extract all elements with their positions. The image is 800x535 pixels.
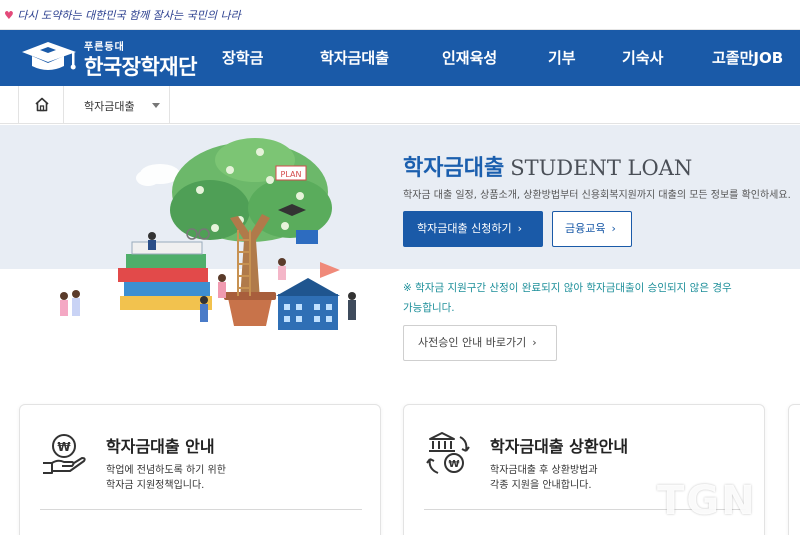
money-tree-illustration: PLAN: [60, 138, 356, 330]
apply-loan-button-label: 학자금대출 신청하기: [417, 222, 512, 235]
pre-approval-button[interactable]: 사전승인 안내 바로가기 ›: [403, 325, 557, 361]
site-logo[interactable]: 푸른등대 한국장학재단: [18, 34, 208, 82]
nav-item-high-school-job[interactable]: 고졸만JOB: [712, 30, 800, 86]
financial-education-button-label: 금융교육: [565, 222, 606, 235]
graduation-cap-icon: [22, 42, 76, 70]
page: ♥ 다시 도약하는 대한민국 함께 잘사는 국민의 나라 푸른등대 한국장학재단…: [0, 0, 800, 535]
card-description-line: 각종 지원을 안내합니다.: [490, 480, 592, 491]
card-partial[interactable]: [788, 404, 800, 535]
heart-icon: ♥: [4, 9, 14, 22]
hand-won-coin-icon: ₩: [43, 434, 86, 474]
financial-education-button[interactable]: 금융교육 ›: [552, 211, 632, 247]
chevron-right-icon: ›: [532, 336, 537, 349]
card-title: 학자금대출 상환안내: [490, 437, 629, 456]
breadcrumb-current: 학자금대출: [84, 100, 135, 113]
hero-title-en: STUDENT LOAN: [510, 156, 693, 180]
card-description-line: 학자금대출 후 상환방법과: [490, 465, 598, 476]
chevron-down-icon: [152, 103, 160, 108]
slogan-bar: ♥ 다시 도약하는 대한민국 함께 잘사는 국민의 나라: [0, 0, 800, 30]
breadcrumb-home[interactable]: [18, 86, 64, 124]
card-loan-guide[interactable]: ₩ 학자금대출 안내 학업에 전념하도록 하기 위한 학자금 지원정책입니다.: [19, 404, 381, 535]
bank-won-cycle-icon: ₩: [426, 432, 470, 474]
slogan-text: 다시 도약하는 대한민국 함께 잘사는 국민의 나라: [17, 9, 241, 22]
hero-description: 학자금 대출 일정, 상품소개, 상환방법부터 신용회복지원까지 대출의 모든 …: [403, 190, 791, 201]
card-divider: [40, 509, 362, 510]
hero-title: 학자금대출 STUDENT LOAN: [403, 150, 692, 182]
svg-text:₩: ₩: [448, 459, 459, 470]
logo-name: 한국장학재단: [84, 55, 197, 79]
card-description-line: 학업에 전념하도록 하기 위한: [106, 465, 226, 476]
plan-sign-label: PLAN: [281, 170, 302, 179]
tree-crown: [170, 138, 332, 242]
breadcrumb-select[interactable]: 학자금대출: [64, 86, 170, 124]
notice-line-1: ※ 학자금 지원구간 산정이 완료되지 않아 학자금대출이 승인되지 않은 경우: [403, 282, 732, 294]
watermark-logo: TGN: [657, 478, 757, 524]
card-description-line: 학자금 지원정책입니다.: [106, 480, 205, 491]
notice-line-2: 가능합니다.: [403, 302, 455, 314]
slogan: ♥ 다시 도약하는 대한민국 함께 잘사는 국민의 나라: [4, 7, 241, 23]
nav-item-donation[interactable]: 기부: [548, 30, 622, 86]
nav-item-dormitory[interactable]: 기숙사: [622, 30, 712, 86]
notice-text: ※ 학자금 지원구간 산정이 완료되지 않아 학자금대출이 승인되지 않은 경우…: [403, 278, 800, 318]
school-building-icon: [276, 278, 340, 330]
card-title: 학자금대출 안내: [106, 437, 215, 456]
main-nav: 장학금 학자금대출 인재육성 기부 기숙사 고졸만JOB: [222, 30, 800, 86]
svg-text:₩: ₩: [57, 440, 71, 454]
site-header: 푸른등대 한국장학재단 장학금 학자금대출 인재육성 기부 기숙사 고졸만JOB: [0, 30, 800, 86]
card-description: 학자금대출 후 상환방법과 각종 지원을 안내합니다.: [490, 463, 598, 493]
nav-item-scholarship[interactable]: 장학금: [222, 30, 320, 86]
home-icon: [35, 97, 49, 112]
chevron-right-icon: ›: [517, 222, 522, 235]
books-icon: [118, 241, 212, 310]
pre-approval-button-label: 사전승인 안내 바로가기: [418, 336, 527, 349]
breadcrumb: 학자금대출: [0, 86, 800, 124]
nav-item-student-loan[interactable]: 학자금대출: [320, 30, 442, 86]
apply-loan-button[interactable]: 학자금대출 신청하기 ›: [403, 211, 543, 247]
card-description: 학업에 전념하도록 하기 위한 학자금 지원정책입니다.: [106, 463, 226, 493]
chevron-right-icon: ›: [611, 222, 616, 235]
hero-title-ko: 학자금대출: [403, 156, 505, 181]
nav-item-talent-development[interactable]: 인재육성: [442, 30, 548, 86]
